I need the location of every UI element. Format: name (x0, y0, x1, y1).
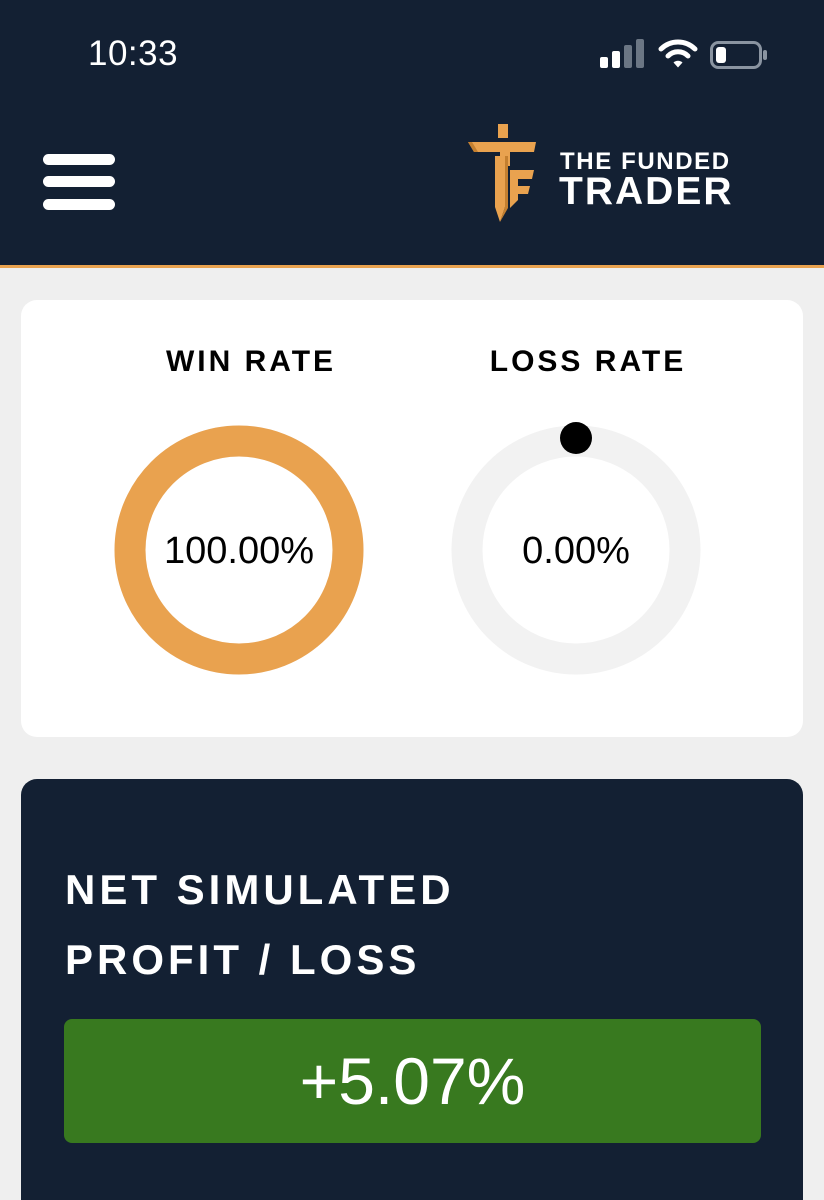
sword-t-logo-icon (464, 122, 544, 227)
loss-rate-handle-dot (560, 422, 592, 454)
the-funded-trader-logo: THE FUNDED TRADER (464, 122, 784, 227)
win-rate-label: WIN RATE (165, 345, 337, 378)
loss-rate-section: LOSS RATE 0.00% (438, 300, 738, 737)
battery-icon (710, 41, 768, 69)
app-header: 10:33 THE FUNDED TRADER (0, 0, 824, 268)
win-rate-section: WIN RATE 100.00% (101, 300, 401, 737)
wifi-icon (658, 38, 698, 70)
loss-rate-donut: 0.00% (448, 422, 704, 678)
status-icons (600, 38, 770, 72)
net-profit-loss-value: +5.07% (64, 1019, 761, 1143)
logo-text-line2: TRADER (559, 170, 734, 213)
net-profit-loss-card: NET SIMULATED PROFIT / LOSS +5.07% (21, 779, 803, 1200)
loss-rate-label: LOSS RATE (489, 345, 687, 378)
win-rate-donut: 100.00% (111, 422, 367, 678)
app-screen: 10:33 THE FUNDED TRADER WIN RATE 100.00%… (0, 0, 824, 1200)
win-rate-value: 100.00% (163, 530, 314, 572)
loss-rate-value: 0.00% (522, 530, 630, 572)
net-profit-loss-title: NET SIMULATED PROFIT / LOSS (65, 855, 765, 995)
rate-card: WIN RATE 100.00% LOSS RATE 0.00% (21, 300, 803, 737)
pl-title-line2: PROFIT / LOSS (65, 936, 421, 983)
hamburger-menu-icon[interactable] (43, 154, 115, 210)
signal-icon (600, 38, 646, 70)
pl-title-line1: NET SIMULATED (65, 866, 455, 913)
status-time: 10:33 (88, 34, 179, 73)
